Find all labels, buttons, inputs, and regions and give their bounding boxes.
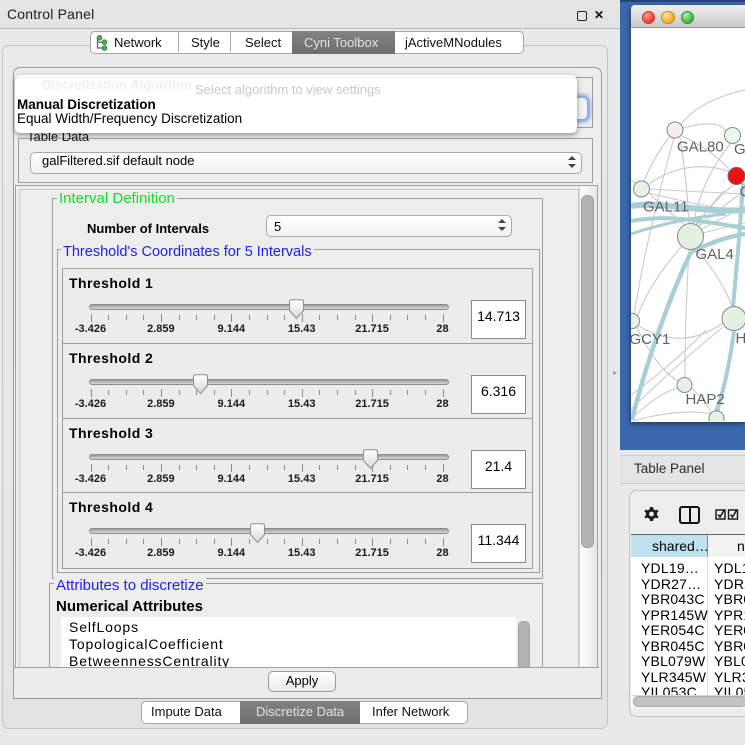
svg-text:GAL4: GAL4 (696, 246, 734, 263)
svg-text:GAL80: GAL80 (677, 139, 724, 156)
svg-text:GAL11: GAL11 (643, 199, 689, 216)
svg-text:GA: GA (734, 141, 745, 158)
svg-text:C: C (740, 184, 745, 201)
svg-text:GCY1: GCY1 (631, 331, 670, 348)
svg-text:HAP2: HAP2 (686, 391, 725, 408)
svg-text:H: H (736, 330, 745, 347)
